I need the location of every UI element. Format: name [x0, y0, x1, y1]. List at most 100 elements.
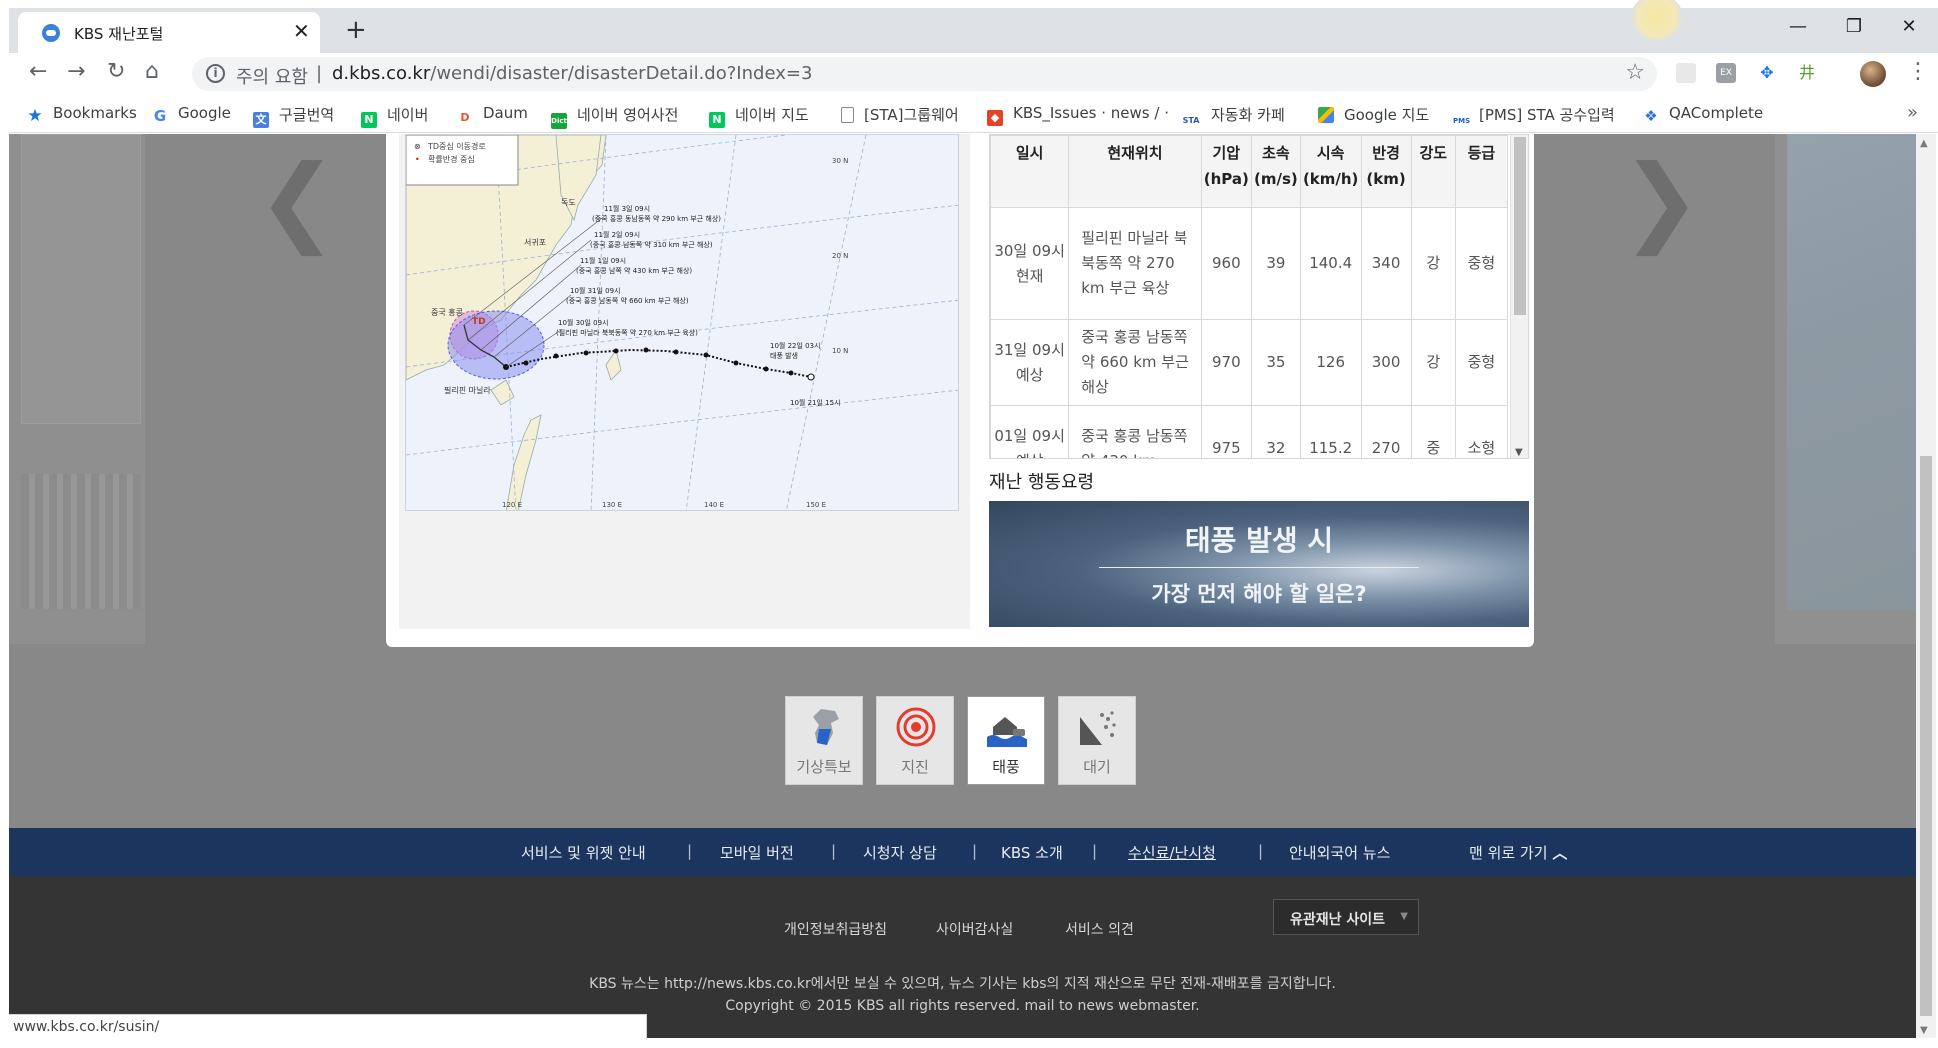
extension-ladder-icon[interactable]: 井 [1797, 63, 1817, 83]
map-note: 11월 3일 09시 [604, 204, 650, 213]
bookmark-google[interactable]: G Google [152, 104, 231, 124]
footer-link-top[interactable]: 맨 위로 가기 ︿ [1469, 842, 1567, 863]
header-text: 현재위치 [1107, 144, 1163, 162]
extension-cast-icon[interactable] [1676, 63, 1696, 83]
forward-icon[interactable]: → [67, 59, 85, 84]
korea-map-icon [813, 709, 839, 745]
info-icon[interactable]: i [206, 64, 225, 83]
footer-link-mobile[interactable]: 모바일 버전 [720, 842, 794, 863]
cell-grade: 중형 [1454, 207, 1509, 320]
footer-link-about[interactable]: KBS 소개 [1001, 842, 1063, 863]
category-air[interactable]: 대기 [1058, 696, 1136, 785]
header-text: 기압 [1212, 144, 1241, 162]
bookmark-daum[interactable]: D Daum [457, 104, 528, 126]
map-note: 11월 1일 09시 [580, 256, 626, 265]
bookmark-google-maps[interactable]: Google 지도 [1318, 104, 1429, 125]
bookmark-dict[interactable]: Dict 네이버 영어사전 [551, 104, 678, 129]
close-window-icon[interactable]: ✕ [1886, 16, 1932, 37]
map-note: (중국 홍콩 남동쪽 약 310 km 부근 해상) [590, 240, 713, 249]
url-separator: | [316, 63, 323, 84]
typhoon-track-map[interactable]: ⊗ TD중심 이동경로 • 확률반경 중심 독도 서귀포 중국 홍콩 필리핀 마… [405, 134, 959, 511]
footer-link-privacy[interactable]: 개인정보취급방침 [784, 919, 887, 939]
tab-close-icon[interactable]: ✕ [293, 19, 310, 43]
bookmark-naver[interactable]: N 네이버 [361, 104, 428, 128]
typhoon-guide-banner[interactable]: 태풍 발생 시 가장 먼저 해야 할 일은? [989, 501, 1529, 627]
header-text: 일시 [1015, 144, 1044, 162]
bookmark-kbs-issues[interactable]: ◆ KBS_Issues · news / · [987, 104, 1169, 126]
tab-kbs[interactable]: KBS 재난포털 ✕ [18, 12, 320, 53]
prev-arrow-icon[interactable]: ❮ [257, 144, 337, 256]
table-scrollbar[interactable]: ▼ [1510, 135, 1528, 458]
related-sites-dropdown[interactable]: 유관재난 사이트 ▼ [1273, 899, 1419, 935]
bookmark-qacomplete[interactable]: ❖ QAComplete [1643, 104, 1763, 124]
map-lat-10: 10 N [832, 347, 848, 355]
next-slide-map [1787, 134, 1916, 610]
header-unit: (km) [1366, 170, 1406, 188]
bookmark-label: 네이버 지도 [735, 106, 809, 124]
footer-notice: KBS 뉴스는 http://news.kbs.co.kr에서만 보실 수 있으… [589, 976, 1336, 992]
next-slide-preview [1775, 134, 1916, 644]
bookmark-label: 구글번역 [279, 106, 335, 124]
bookmark-label: [PMS] STA 공수입력 [1479, 106, 1615, 124]
cell-speed-kmh: 115.2 [1299, 405, 1362, 458]
bookmark-pms[interactable]: PMS [PMS] STA 공수입력 [1453, 104, 1615, 129]
reload-icon[interactable]: ↻ [107, 59, 125, 84]
footer-link-foreign-news[interactable]: 안내외국어 뉴스 [1289, 842, 1390, 863]
banner-subtitle: 가장 먼저 해야 할 일은? [1151, 582, 1367, 606]
category-weather-alert[interactable]: 기상특보 [785, 696, 863, 785]
header-text: 등급 [1467, 144, 1496, 162]
bookmark-label: KBS_Issues · news / · [1013, 104, 1169, 122]
footer-link-service[interactable]: 서비스 및 위젯 안내 [521, 842, 646, 863]
menu-dots-icon[interactable]: ⋮ [1907, 59, 1929, 84]
extension-ex-icon[interactable]: EX [1716, 63, 1736, 83]
restore-icon[interactable]: ❐ [1831, 16, 1877, 37]
footer-link-viewer[interactable]: 시청자 상담 [863, 842, 937, 863]
sta-icon: STA [1181, 113, 1201, 129]
bookmark-star-icon[interactable]: ☆ [1625, 60, 1645, 85]
bookmarks-more-icon[interactable]: » [1907, 102, 1918, 123]
profile-avatar[interactable] [1860, 61, 1886, 87]
category-nav: 기상특보 지진 태풍 대기 [9, 696, 1916, 786]
cell-location: 중국 홍콩 남동쪽 약 660 km 부근 해상 [1068, 319, 1202, 406]
url-host: d.kbs.co.kr [332, 63, 431, 84]
scroll-down-icon[interactable]: ▼ [1920, 1025, 1928, 1036]
bookmark-naver-map[interactable]: N 네이버 지도 [709, 104, 809, 128]
minimize-icon[interactable]: — [1775, 16, 1821, 37]
map-note: (필리핀 마닐라 북북동쪽 약 270 km 부근 육상) [556, 328, 698, 337]
footer-separator: | [831, 842, 837, 860]
address-bar[interactable]: i 주의 요함 | d.kbs.co.kr/wendi/disaster/dis… [192, 57, 1657, 91]
typhoon-map-svg: ⊗ TD중심 이동경로 • 확률반경 중심 독도 서귀포 중국 홍콩 필리핀 마… [406, 135, 958, 510]
bookmark-label: Google [178, 104, 231, 122]
map-lon-120: 120 E [502, 501, 522, 509]
bookmark-label: [STA]그룹웨어 [864, 106, 959, 124]
category-label: 태풍 [992, 758, 1020, 776]
prev-slide-image [21, 474, 141, 609]
page-scroll-thumb[interactable] [1920, 456, 1932, 1016]
bookmark-auto-cafe[interactable]: STA 자동화 카페 [1181, 104, 1285, 129]
bookmark-groupware[interactable]: [STA]그룹웨어 [841, 104, 959, 125]
typhoon-info-table-container[interactable]: 일시 현재위치 기압 (hPa) 초속 (m/s) 시속 (km/h) 반경 (km) … [989, 134, 1529, 459]
back-icon[interactable]: ← [29, 59, 47, 84]
footer-link-fee[interactable]: 수신료/난시청 [1128, 842, 1216, 863]
category-label: 지진 [901, 758, 929, 776]
scroll-down-icon[interactable]: ▼ [1515, 447, 1523, 458]
extension-diamond-icon[interactable]: ✥ [1757, 63, 1777, 83]
top-label: 맨 위로 가기 [1469, 844, 1548, 862]
category-typhoon[interactable]: 태풍 [967, 696, 1045, 785]
category-earthquake[interactable]: 지진 [876, 696, 954, 785]
footer-link-audit[interactable]: 사이버감사실 [936, 919, 1013, 939]
scroll-up-icon[interactable]: ▲ [1920, 138, 1928, 149]
footer-link-feedback[interactable]: 서비스 의견 [1065, 919, 1134, 939]
cell-speed-kmh: 126 [1299, 319, 1362, 406]
toolbar: ← → ↻ ⌂ i 주의 요함 | d.kbs.co.kr/wendi/disa… [9, 53, 1938, 95]
map-note: 태풍 발생 [770, 351, 798, 360]
map-lat-30: 30 N [832, 157, 848, 165]
bookmark-bookmarks[interactable]: ★ Bookmarks [27, 104, 136, 125]
bookmark-translate[interactable]: 文 구글번역 [253, 104, 334, 128]
next-arrow-icon[interactable]: ❯ [1621, 144, 1701, 256]
map-label-manila: 필리핀 마닐라 [444, 385, 491, 395]
home-icon[interactable]: ⌂ [145, 59, 159, 84]
page-scrollbar[interactable]: ▲ ▼ [1916, 134, 1936, 1038]
table-scroll-thumb[interactable] [1514, 137, 1526, 315]
new-tab-icon[interactable]: + [345, 15, 367, 45]
